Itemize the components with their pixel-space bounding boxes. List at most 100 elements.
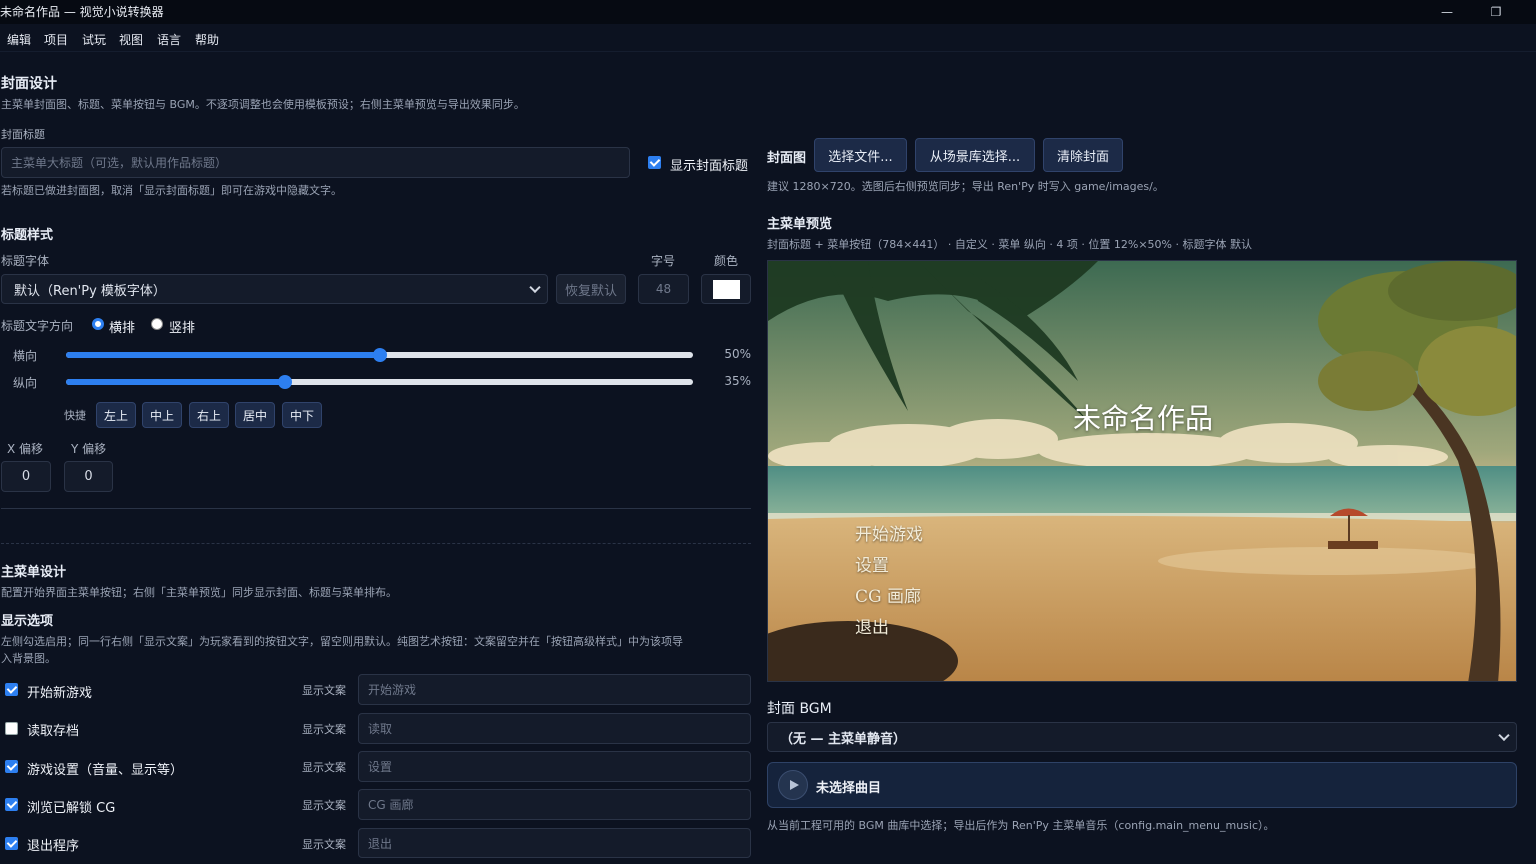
vertical-value: 35% [724,374,751,388]
display-text-label: 显示文案 [302,684,346,697]
choose-from-library-button[interactable]: 从场景库选择... [915,138,1035,172]
option-checkbox[interactable] [5,722,18,735]
bgm-heading: 封面 BGM [767,701,832,717]
reset-font-button[interactable]: 恢复默认 [556,274,626,304]
color-swatch [713,280,740,299]
menu-language[interactable]: 语言 [157,31,181,48]
menu-playtest[interactable]: 试玩 [82,31,106,48]
menu-edit[interactable]: 编辑 [7,31,31,48]
x-offset-label: X 偏移 [7,442,44,456]
cover-title-label: 封面标题 [1,128,45,141]
preview-title: 未命名作品 [1073,402,1214,435]
option-checkbox[interactable] [5,837,18,850]
clear-cover-button[interactable]: 清除封面 [1043,138,1123,172]
vertical-slider-fill [66,379,286,385]
display-text-label: 显示文案 [302,799,346,812]
direction-vertical-label: 竖排 [169,321,196,336]
menu-help[interactable]: 帮助 [195,31,219,48]
preview-menu-start: 开始游戏 [855,525,923,545]
option-label: 浏览已解锁 CG [27,801,116,816]
bgm-track-name: 未选择曲目 [816,781,882,796]
quick-top-left-button[interactable]: 左上 [96,402,136,428]
chevron-down-icon [1498,729,1510,742]
preview-menu-settings: 设置 [855,556,889,576]
font-select[interactable]: 默认（Ren'Py 模板字体） [1,274,548,304]
chevron-down-icon [529,281,541,294]
y-offset-input[interactable]: 0 [64,461,113,492]
option-checkbox[interactable] [5,798,18,811]
show-title-checkbox[interactable] [648,156,661,169]
title-bar: 未命名作品 — 视觉小说转换器 — ❐ [0,0,1536,24]
options-heading: 显示选项 [1,614,54,629]
options-desc-line1: 左侧勾选启用；同一行右侧「显示文案」为玩家看到的按钮文字，留空则用默认。纯图艺术… [1,635,683,648]
cover-desc: 主菜单封面图、标题、菜单按钮与 BGM。不逐项调整也会使用模板预设；右侧主菜单预… [1,98,525,111]
choose-file-button[interactable]: 选择文件... [814,138,907,172]
bgm-hint: 从当前工程可用的 BGM 曲库中选择；导出后作为 Ren'Py 主菜单音乐（co… [767,819,1275,832]
quick-top-center-button[interactable]: 中上 [142,402,182,428]
display-text-label: 显示文案 [302,761,346,774]
quick-bottom-center-button[interactable]: 中下 [282,402,322,428]
cover-image-hint: 建议 1280×720。选图后右侧预览同步；导出 Ren'Py 时写入 game… [767,180,1164,193]
play-icon[interactable] [778,770,808,800]
vertical-slider[interactable] [66,375,693,389]
preview-menu-quit: 退出 [855,618,889,638]
display-text-input[interactable]: CG 画廊 [358,789,751,820]
display-text-input[interactable]: 设置 [358,751,751,782]
bgm-player: 未选择曲目 [767,762,1517,808]
option-label: 读取存档 [27,724,80,739]
quick-top-right-button[interactable]: 右上 [189,402,229,428]
option-label: 开始新游戏 [27,686,93,701]
preview-menu-gallery: CG 画廊 [855,587,921,607]
color-picker[interactable] [701,274,751,304]
font-size-input[interactable]: 48 [638,274,689,304]
quick-label: 快捷 [64,409,86,422]
restore-button[interactable]: ❐ [1473,0,1519,24]
vertical-slider-thumb[interactable] [278,375,293,389]
quick-center-button[interactable]: 居中 [235,402,275,428]
size-label: 字号 [651,254,676,268]
display-text-label: 显示文案 [302,723,346,736]
horizontal-value: 50% [724,347,751,361]
main-menu-desc: 配置开始界面主菜单按钮；右侧「主菜单预览」同步显示封面、标题与菜单排布。 [1,586,397,599]
y-offset-label: Y 偏移 [71,442,107,456]
cover-title-input[interactable]: 主菜单大标题（可选，默认用作品标题） [1,147,630,178]
color-label: 颜色 [714,254,739,268]
horizontal-label: 横向 [13,349,38,363]
main-menu-heading: 主菜单设计 [1,565,67,580]
horizontal-slider[interactable] [66,348,693,362]
x-offset-input[interactable]: 0 [1,461,51,492]
cover-title-hint: 若标题已做进封面图，取消「显示封面标题」即可在游戏中隐藏文字。 [1,184,342,197]
menu-project[interactable]: 项目 [44,31,68,48]
direction-vertical-radio[interactable] [151,318,163,330]
show-title-label: 显示封面标题 [670,159,749,174]
display-text-input[interactable]: 开始游戏 [358,674,751,705]
preview-meta: 封面标题 + 菜单按钮（784×441） · 自定义 · 菜单 纵向 · 4 项… [767,238,1252,251]
display-text-input[interactable]: 读取 [358,713,751,744]
minimize-button[interactable]: — [1424,0,1470,24]
bgm-select-value: （无 — 主菜单静音） [780,731,907,747]
font-label: 标题字体 [1,254,50,268]
option-checkbox[interactable] [5,683,18,696]
cover-image-label: 封面图 [767,151,807,166]
title-style-heading: 标题样式 [1,228,54,243]
display-text-input[interactable]: 退出 [358,828,751,858]
cover-heading: 封面设计 [1,76,57,92]
option-checkbox[interactable] [5,760,18,773]
section-divider [1,508,751,509]
preview-heading: 主菜单预览 [767,217,833,232]
menu-view[interactable]: 视图 [119,31,143,48]
option-label: 退出程序 [27,839,80,854]
section-divider-dashed [1,543,751,544]
direction-horizontal-label: 横排 [109,321,136,336]
direction-horizontal-radio[interactable] [92,318,104,330]
font-select-value: 默认（Ren'Py 模板字体） [14,283,166,299]
bgm-select[interactable]: （无 — 主菜单静音） [767,722,1517,752]
main-menu-preview: 未命名作品 开始游戏 设置 CG 画廊 退出 [767,260,1517,682]
horizontal-slider-thumb[interactable] [372,348,387,362]
direction-label: 标题文字方向 [1,319,74,333]
horizontal-slider-fill [66,352,380,358]
display-text-label: 显示文案 [302,838,346,851]
option-label: 游戏设置（音量、显示等） [27,763,184,778]
vertical-label: 纵向 [13,376,38,390]
window-title: 未命名作品 — 视觉小说转换器 [0,5,164,19]
